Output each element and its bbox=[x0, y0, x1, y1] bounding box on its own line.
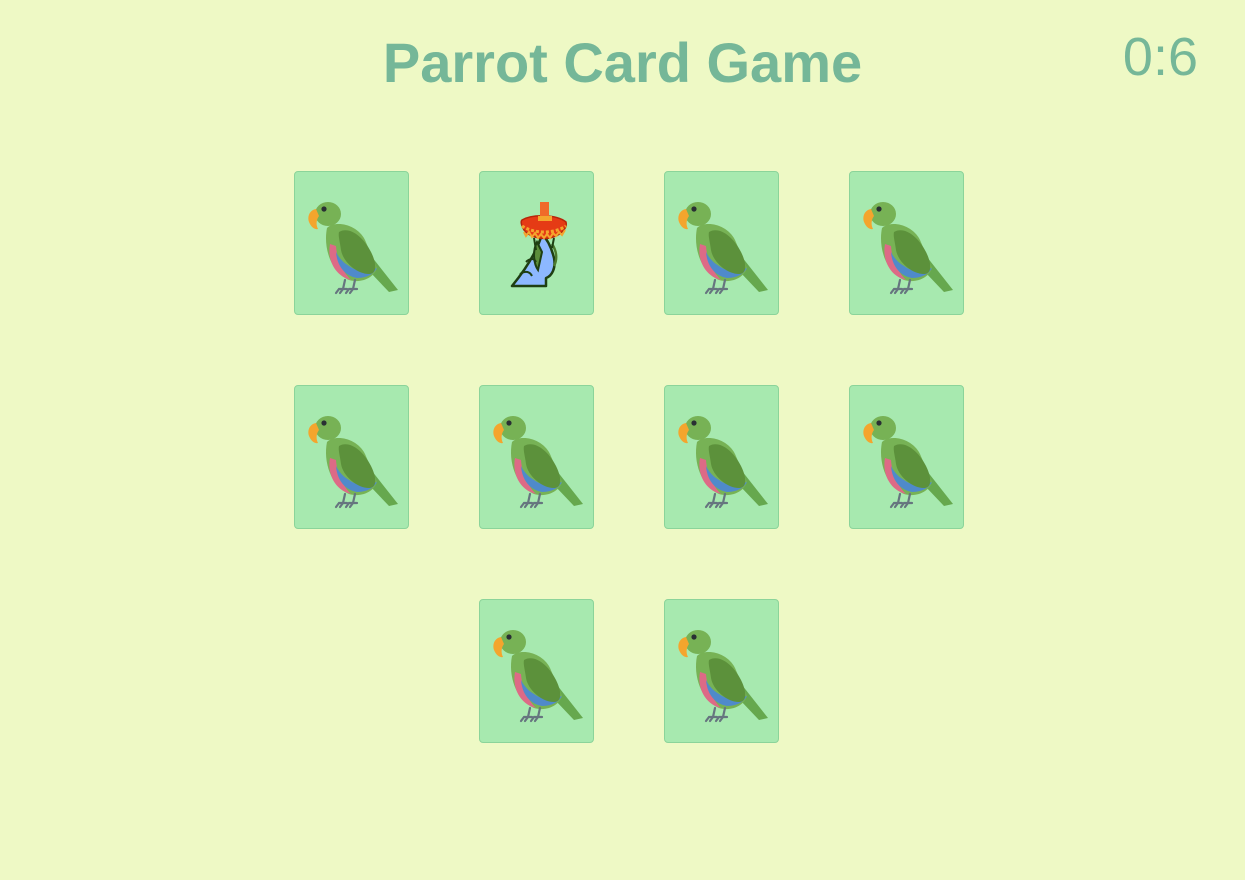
card-revealed[interactable] bbox=[479, 171, 594, 315]
game-title: Parrot Card Game bbox=[382, 31, 863, 94]
card[interactable] bbox=[664, 171, 779, 315]
parrot-icon bbox=[675, 620, 771, 724]
card[interactable] bbox=[294, 171, 409, 315]
parrot-icon bbox=[860, 192, 956, 296]
parrot-icon bbox=[490, 620, 586, 724]
card[interactable] bbox=[664, 385, 779, 529]
sombrero-parrot-icon bbox=[490, 192, 586, 296]
card[interactable] bbox=[849, 385, 964, 529]
card[interactable] bbox=[294, 385, 409, 529]
parrot-icon bbox=[490, 406, 586, 510]
card[interactable] bbox=[479, 599, 594, 743]
parrot-icon bbox=[860, 406, 956, 510]
card[interactable] bbox=[479, 385, 594, 529]
parrot-icon bbox=[675, 192, 771, 296]
parrot-icon bbox=[675, 406, 771, 510]
timer: 0:6 bbox=[1122, 27, 1198, 87]
parrot-icon bbox=[305, 406, 401, 510]
card[interactable] bbox=[849, 171, 964, 315]
parrot-icon bbox=[305, 192, 401, 296]
card[interactable] bbox=[664, 599, 779, 743]
